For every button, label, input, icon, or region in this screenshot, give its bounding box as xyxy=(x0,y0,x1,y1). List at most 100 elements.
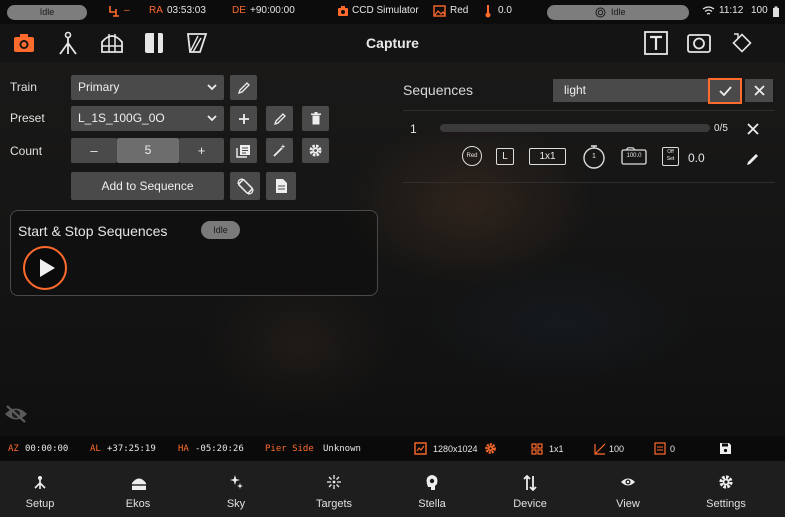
train-value: Primary xyxy=(78,80,120,94)
nav-ekos[interactable]: Ekos xyxy=(89,461,187,517)
pier-side-value: Unknown xyxy=(323,444,361,454)
confirm-search-button[interactable] xyxy=(708,78,742,104)
nav-stella[interactable]: Stella xyxy=(383,461,481,517)
add-to-sequence-button[interactable]: Add to Sequence xyxy=(71,172,224,200)
focuser-icon xyxy=(595,7,606,18)
resolution-value: 1280x1024 xyxy=(433,444,478,454)
filter-image-icon xyxy=(433,5,446,17)
module-toolbar: Capture xyxy=(0,24,785,62)
az-value: 00:00:00 xyxy=(25,444,69,454)
sequence-progress-bar xyxy=(440,124,710,132)
save-icon[interactable] xyxy=(719,442,732,455)
check-icon xyxy=(718,86,732,96)
mount-status-text: Idle xyxy=(39,7,55,17)
gain-icon xyxy=(594,443,606,455)
offset-value: 0.0 xyxy=(688,151,705,165)
start-sequence-button[interactable] xyxy=(23,246,67,290)
az-label: AZ xyxy=(8,444,19,454)
settings-icon xyxy=(719,475,733,489)
thermometer-icon xyxy=(485,5,491,18)
add-preset-button[interactable] xyxy=(230,106,257,131)
bottom-navigation: Setup Ekos Sky Targets Stella Device Vie… xyxy=(0,461,785,517)
sequence-control-title: Start & Stop Sequences xyxy=(18,223,168,239)
al-label: AL xyxy=(90,444,101,454)
screen-rotation-icon xyxy=(236,177,254,195)
nav-sky[interactable]: Sky xyxy=(187,461,285,517)
orientation-button[interactable] xyxy=(230,172,260,200)
nav-setup[interactable]: Setup xyxy=(0,461,89,517)
offset-value: 0 xyxy=(670,444,676,454)
delete-preset-button[interactable] xyxy=(302,106,329,131)
nav-targets[interactable]: Targets xyxy=(285,461,383,517)
offset-icon xyxy=(654,442,666,455)
sequence-index: 1 xyxy=(410,122,417,136)
exposure-badge: 1 xyxy=(583,145,605,169)
train-label: Train xyxy=(10,80,37,94)
sequence-search-input[interactable]: light xyxy=(553,79,708,102)
edit-train-button[interactable] xyxy=(230,75,257,100)
close-icon xyxy=(753,85,765,96)
binning-value: 1x1 xyxy=(549,444,564,454)
ha-label: HA xyxy=(178,444,189,454)
nav-settings[interactable]: Settings xyxy=(677,461,775,517)
tracking-status: – xyxy=(124,5,130,16)
pier-side-label: Pier Side xyxy=(265,444,314,454)
sequence-list-button[interactable] xyxy=(230,138,257,163)
load-sequence-file-button[interactable] xyxy=(266,172,296,200)
camera-frame-icon[interactable] xyxy=(686,30,712,56)
frame-type-badge: L xyxy=(496,148,514,165)
count-decrement-button[interactable]: – xyxy=(71,138,117,163)
focuser-status-text: Idle xyxy=(611,7,626,17)
edit-preset-button[interactable] xyxy=(266,106,293,131)
clock: 11:12 xyxy=(719,5,744,16)
edit-sequence-icon[interactable] xyxy=(746,152,760,166)
rotate-icon[interactable] xyxy=(729,30,755,56)
text-overlay-icon[interactable] xyxy=(643,30,669,56)
trash-icon xyxy=(310,112,321,125)
auto-preset-button[interactable] xyxy=(266,138,293,163)
focuser-status-pill: Idle xyxy=(547,5,689,20)
wifi-icon xyxy=(702,6,715,15)
file-icon xyxy=(275,179,287,193)
count-increment-button[interactable]: + xyxy=(179,138,224,163)
pencil-icon xyxy=(237,81,250,94)
view-icon xyxy=(621,478,635,486)
sequences-heading: Sequences xyxy=(403,82,474,98)
count-label: Count xyxy=(10,144,43,158)
offset-badge: Off Set xyxy=(662,147,679,166)
train-select[interactable]: Primary xyxy=(71,75,224,100)
remove-sequence-icon[interactable] xyxy=(747,123,759,135)
ra-value: 03:53:03 xyxy=(167,5,206,16)
filter-name: Red xyxy=(450,5,469,16)
resolution-icon xyxy=(414,442,427,455)
al-value: +37:25:19 xyxy=(107,444,156,454)
magic-wand-icon xyxy=(273,144,286,157)
resolution-gear-icon[interactable] xyxy=(484,442,497,455)
sequences-divider xyxy=(403,110,775,111)
nav-device[interactable]: Device xyxy=(481,461,579,517)
de-label: DE xyxy=(232,5,246,16)
gear-icon xyxy=(309,144,322,157)
temperature-value: 0.0 xyxy=(498,5,512,16)
chevron-down-icon xyxy=(207,84,217,91)
gain-value: 100 xyxy=(609,444,625,454)
de-value: +90:00:00 xyxy=(250,5,295,16)
list-stack-icon xyxy=(236,144,250,158)
count-value[interactable]: 5 xyxy=(117,138,179,163)
eye-off-icon[interactable] xyxy=(3,404,29,424)
device-icon xyxy=(523,474,537,492)
mount-icon xyxy=(109,6,119,17)
ra-label: RA xyxy=(149,5,163,16)
binning-icon xyxy=(531,443,543,455)
mount-status-pill: Idle xyxy=(7,5,87,20)
coordinate-bar: AZ 00:00:00 AL +37:25:19 HA -05:20:26 Pi… xyxy=(0,436,785,461)
nav-view[interactable]: View xyxy=(579,461,677,517)
plus-icon xyxy=(238,113,249,124)
cancel-search-button[interactable] xyxy=(745,79,773,102)
capture-settings-button[interactable] xyxy=(302,138,329,163)
sky-icon xyxy=(230,475,243,489)
preset-select[interactable]: L_1S_100G_0O xyxy=(71,106,224,131)
status-bar: Idle – RA 03:53:03 DE +90:00:00 CCD Simu… xyxy=(0,0,785,24)
camera-name: CCD Simulator xyxy=(352,5,419,16)
ha-value: -05:20:26 xyxy=(195,444,244,454)
